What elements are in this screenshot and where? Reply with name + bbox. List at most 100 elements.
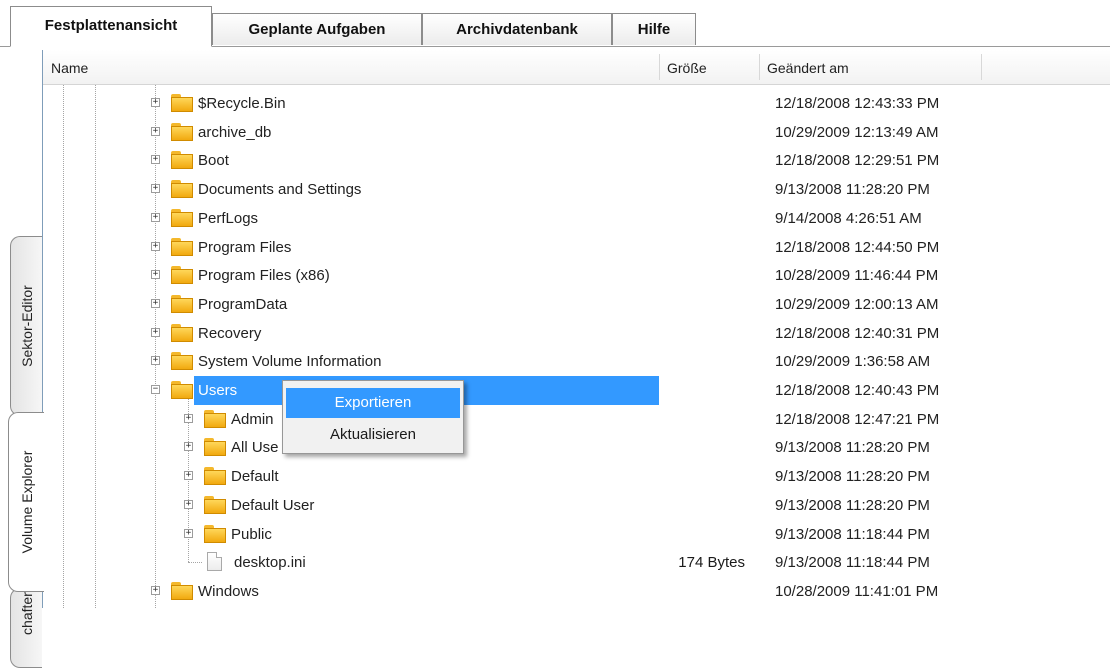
tree-row[interactable]: + Admin 12/18/2008 12:47:21 PM — [43, 405, 1110, 434]
item-size — [663, 347, 745, 376]
item-modified-date: 9/13/2008 11:28:20 PM — [775, 181, 930, 199]
expand-icon[interactable]: + — [151, 298, 160, 308]
expand-icon[interactable]: + — [151, 241, 160, 251]
tree-row[interactable]: + Recovery 12/18/2008 12:40:31 PM — [43, 319, 1110, 348]
item-modified-date: 10/29/2009 12:13:49 AM — [775, 123, 939, 141]
item-size — [663, 405, 745, 434]
tree-row[interactable]: + Program Files 12/18/2008 12:44:50 PM — [43, 233, 1110, 262]
item-name: All Use — [231, 439, 279, 457]
file-tree: + $Recycle.Bin 12/18/2008 12:43:33 PM + arch… — [43, 85, 1110, 608]
item-name: Public — [231, 525, 272, 543]
item-name: Users — [198, 382, 238, 399]
item-size — [663, 462, 745, 491]
item-size — [663, 89, 745, 118]
folder-icon — [204, 495, 226, 514]
expand-icon[interactable]: + — [151, 212, 160, 222]
item-modified-date: 10/28/2009 11:46:44 PM — [775, 267, 939, 285]
folder-icon — [204, 467, 226, 486]
expand-icon[interactable]: + — [151, 356, 160, 366]
tree-row[interactable]: + PerfLogs 9/14/2008 4:26:51 AM — [43, 204, 1110, 233]
folder-icon — [171, 266, 193, 285]
item-size: 174 Bytes — [678, 554, 745, 572]
folder-icon — [171, 122, 193, 141]
expand-icon[interactable]: + — [151, 327, 160, 337]
tree-row[interactable]: + archive_db 10/29/2009 12:13:49 AM — [43, 118, 1110, 147]
expand-icon[interactable]: + — [151, 585, 160, 595]
item-modified-date: 12/18/2008 12:43:33 PM — [775, 95, 940, 112]
item-modified-date: 9/13/2008 11:18:44 PM — [775, 525, 930, 543]
tree-row[interactable]: + Program Files (x86) 10/28/2009 11:46:44 … — [43, 261, 1110, 290]
item-name: PerfLogs — [198, 209, 259, 227]
item-name: Documents and Settings — [198, 181, 362, 199]
tab-hilfe[interactable]: Hilfe — [612, 13, 696, 45]
item-size — [663, 577, 745, 606]
item-size — [663, 319, 745, 348]
column-modified-header[interactable]: Geändert am — [759, 50, 981, 84]
folder-icon — [204, 524, 226, 543]
item-modified-date: 9/13/2008 11:28:20 PM — [775, 496, 930, 514]
item-size — [663, 146, 745, 175]
column-separator[interactable] — [981, 54, 982, 80]
item-name: desktop.ini — [234, 554, 306, 572]
context-menu: Exportieren Aktualisieren — [282, 380, 464, 454]
tree-row[interactable]: desktop.ini 174 Bytes 9/13/2008 11:18:44 P… — [43, 548, 1110, 577]
tree-row[interactable]: + Default 9/13/2008 11:28:20 PM — [43, 462, 1110, 491]
expand-icon[interactable]: + — [184, 442, 193, 452]
tab-geplante-aufgaben[interactable]: Geplante Aufgaben — [212, 13, 422, 45]
menu-item-exportieren[interactable]: Exportieren — [286, 388, 460, 418]
item-modified-date: 12/18/2008 12:40:31 PM — [775, 324, 940, 342]
side-tab-eigenschaften[interactable]: chaften — [10, 588, 42, 668]
folder-icon — [204, 409, 226, 428]
item-name: Program Files — [198, 238, 292, 256]
folder-icon — [171, 294, 193, 313]
folder-icon — [171, 151, 193, 170]
item-name: System Volume Information — [198, 353, 382, 371]
tree-row[interactable]: + Public 9/13/2008 11:18:44 PM — [43, 520, 1110, 549]
folder-icon — [171, 208, 193, 227]
item-modified-date: 10/29/2009 12:00:13 AM — [775, 295, 939, 313]
tree-row[interactable]: + Default User 9/13/2008 11:28:20 PM — [43, 491, 1110, 520]
tree-row[interactable]: + Documents and Settings 9/13/2008 11:28:2… — [43, 175, 1110, 204]
expand-icon[interactable]: + — [151, 270, 160, 280]
item-size — [663, 204, 745, 233]
menu-item-aktualisieren[interactable]: Aktualisieren — [286, 420, 460, 450]
item-name: Default User — [231, 496, 315, 514]
expand-icon[interactable]: + — [151, 98, 160, 107]
side-tab-volume-explorer[interactable]: Volume Explorer — [8, 412, 44, 592]
folder-icon — [171, 94, 193, 112]
collapse-icon[interactable]: − — [151, 385, 160, 394]
expand-icon[interactable]: + — [151, 126, 160, 136]
item-size — [663, 433, 745, 462]
tree-row[interactable]: + ProgramData 10/29/2009 12:00:13 AM — [43, 290, 1110, 319]
item-size — [663, 175, 745, 204]
expand-icon[interactable]: + — [151, 184, 160, 194]
item-name: ProgramData — [198, 295, 288, 313]
item-modified-date: 9/14/2008 4:26:51 AM — [775, 209, 922, 227]
folder-icon — [171, 180, 193, 199]
file-icon — [207, 552, 222, 572]
tree-row[interactable]: + $Recycle.Bin 12/18/2008 12:43:33 PM — [43, 89, 1110, 118]
tree-row[interactable]: + Windows 10/28/2009 11:41:01 PM — [43, 577, 1110, 606]
tab-archivdatenbank[interactable]: Archivdatenbank — [422, 13, 612, 45]
folder-icon — [171, 323, 193, 342]
item-modified-date: 12/18/2008 12:40:43 PM — [775, 382, 940, 399]
folder-icon — [171, 352, 193, 371]
expand-icon[interactable]: + — [184, 471, 193, 481]
side-tab-label: Volume Explorer — [18, 450, 35, 554]
expand-icon[interactable]: + — [184, 413, 193, 423]
item-size — [663, 491, 745, 520]
tree-row[interactable]: − Users 12/18/2008 12:40:43 PM — [43, 376, 1110, 405]
tree-row[interactable]: + System Volume Information 10/29/2009 1:3… — [43, 347, 1110, 376]
side-tab-sektor-editor[interactable]: Sektor-Editor — [10, 236, 42, 416]
expand-icon[interactable]: + — [151, 155, 160, 165]
item-size — [663, 261, 745, 290]
column-size-header[interactable]: Größe — [659, 50, 759, 84]
expand-icon[interactable]: + — [184, 499, 193, 509]
item-name: Boot — [198, 152, 229, 170]
column-name-header[interactable]: Name — [43, 50, 659, 84]
tab-festplattenansicht[interactable]: Festplattenansicht — [10, 6, 212, 47]
item-name: Recovery — [198, 324, 262, 342]
expand-icon[interactable]: + — [184, 528, 193, 538]
tree-row[interactable]: + All Use 9/13/2008 11:28:20 PM — [43, 433, 1110, 462]
tree-row[interactable]: + Boot 12/18/2008 12:29:51 PM — [43, 146, 1110, 175]
